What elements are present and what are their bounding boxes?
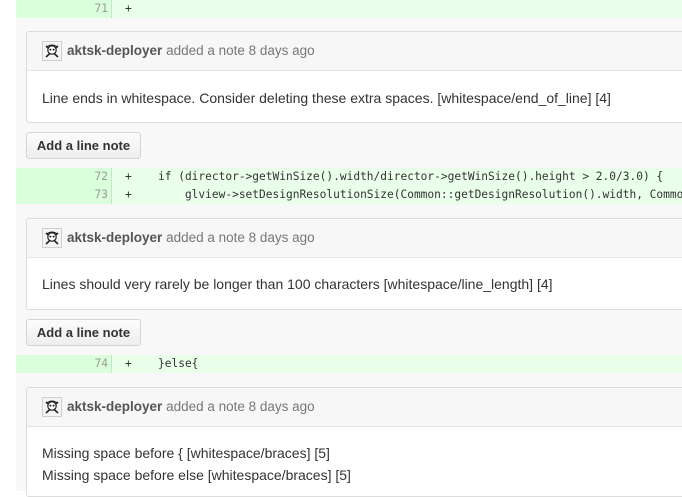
note-header: aktsk-deployer added a note 8 days ago [27,388,682,427]
code-text: glview->setDesignResolutionSize(Common::… [158,188,682,201]
pirate-skull-avatar-icon [45,231,59,245]
avatar[interactable] [42,41,62,61]
note-action: added a note 8 days ago [166,399,315,414]
code-text: if (director->getWinSize().width/directo… [158,170,664,183]
add-line-note-button[interactable]: Add a line note [26,319,141,346]
note-author[interactable]: aktsk-deployer [67,399,162,414]
added-line-marker: + [125,170,132,183]
added-line-marker: + [125,2,132,15]
line-number[interactable]: 71 [88,0,108,18]
avatar[interactable] [42,397,62,417]
line-number[interactable]: 74 [88,355,108,373]
note-header: aktsk-deployer added a note 8 days ago [27,32,682,71]
note-action: added a note 8 days ago [166,230,315,245]
line-number[interactable]: 72 [88,168,108,186]
note-action: added a note 8 days ago [166,43,315,58]
note-meta: aktsk-deployer added a note 8 days ago [67,230,315,246]
note-author[interactable]: aktsk-deployer [67,43,162,58]
line-note: aktsk-deployer added a note 8 days ago M… [26,387,682,497]
line-number[interactable]: 73 [88,186,108,204]
diff-line-72: 72 + if (director->getWinSize().width/di… [16,168,682,186]
note-meta: aktsk-deployer added a note 8 days ago [67,399,315,415]
diff-line-71: 71 + [16,0,682,18]
added-line-marker: + [125,188,132,201]
note-header: aktsk-deployer added a note 8 days ago [27,219,682,258]
avatar[interactable] [42,228,62,248]
note-text-line: Lines should very rarely be longer than … [42,276,553,292]
line-note: aktsk-deployer added a note 8 days ago L… [26,218,682,310]
line-note: aktsk-deployer added a note 8 days ago L… [26,31,682,123]
note-text-line: Line ends in whitespace. Consider deleti… [42,90,611,106]
note-body: Missing space before { [whitespace/brace… [42,442,351,486]
code-text: }else{ [158,357,199,370]
note-text-line: Missing space before { [whitespace/brace… [42,445,330,461]
note-meta: aktsk-deployer added a note 8 days ago [67,43,315,59]
added-line-marker: + [125,357,132,370]
add-line-note-button[interactable]: Add a line note [26,132,141,159]
note-author[interactable]: aktsk-deployer [67,230,162,245]
pirate-skull-avatar-icon [45,400,59,414]
note-body: Lines should very rarely be longer than … [42,273,553,295]
diff-line-73: 73 + glview->setDesignResolutionSize(Com… [16,186,682,204]
pirate-skull-avatar-icon [45,44,59,58]
note-body: Line ends in whitespace. Consider deleti… [42,87,611,109]
note-text-line: Missing space before else [whitespace/br… [42,467,351,483]
diff-line-74: 74 + }else{ [16,355,682,373]
